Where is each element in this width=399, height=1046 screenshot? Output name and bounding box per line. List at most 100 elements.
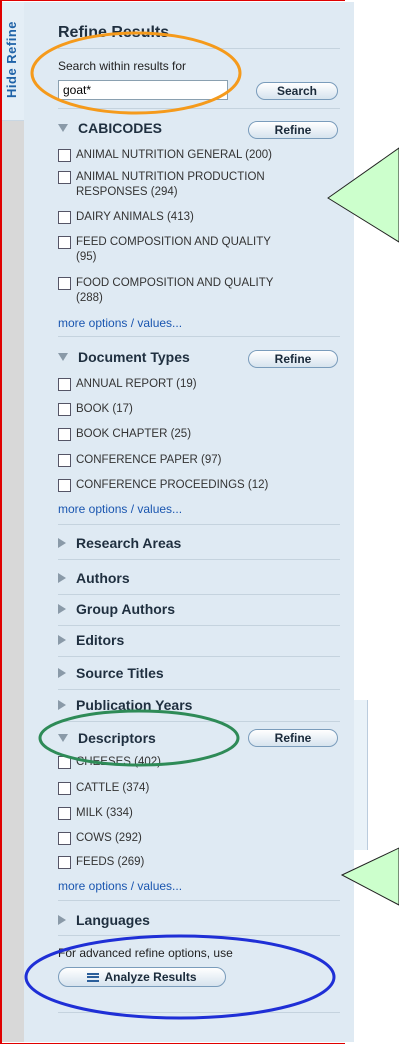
- group-authors-header[interactable]: Group Authors: [58, 601, 175, 617]
- divider: [58, 594, 340, 595]
- checkbox[interactable]: [58, 479, 71, 492]
- expanded-icon: [58, 734, 68, 742]
- cabicodes-option[interactable]: FEED COMPOSITION AND QUALITY (95): [58, 235, 271, 265]
- descriptors-label: Descriptors: [78, 730, 156, 746]
- section-label: Authors: [76, 570, 130, 586]
- descriptor-option[interactable]: CATTLE (374): [58, 781, 149, 796]
- section-label: Editors: [76, 632, 125, 648]
- checkbox[interactable]: [58, 277, 71, 290]
- divider: [58, 108, 340, 109]
- source-titles-header[interactable]: Source Titles: [58, 665, 164, 681]
- descriptor-option[interactable]: CHEESES (402): [58, 755, 161, 770]
- option-label: COWS (292): [76, 832, 142, 844]
- divider: [58, 524, 340, 525]
- document-type-option[interactable]: ANNUAL REPORT (19): [58, 377, 197, 392]
- checkbox[interactable]: [58, 832, 71, 845]
- option-label: ANIMAL NUTRITION GENERAL (200): [76, 149, 272, 161]
- languages-header[interactable]: Languages: [58, 912, 150, 928]
- checkbox[interactable]: [58, 378, 71, 391]
- document-type-option[interactable]: BOOK CHAPTER (25): [58, 427, 191, 442]
- collapsed-icon: [58, 573, 66, 583]
- descriptors-header[interactable]: Descriptors: [58, 730, 156, 746]
- refine-panel: Refine Results Search within results for…: [24, 2, 354, 1042]
- analyze-results-label: Analyze Results: [104, 970, 197, 984]
- document-types-more-link[interactable]: more options / values...: [58, 502, 182, 516]
- checkbox[interactable]: [58, 149, 71, 162]
- divider: [58, 935, 340, 936]
- checkbox[interactable]: [58, 782, 71, 795]
- cabicodes-more-link[interactable]: more options / values...: [58, 316, 182, 330]
- collapsed-icon: [58, 915, 66, 925]
- page-title: Refine Results: [58, 24, 170, 41]
- document-types-label: Document Types: [78, 349, 190, 365]
- option-label: (288): [76, 292, 103, 304]
- option-label: FOOD COMPOSITION AND QUALITY: [76, 277, 274, 289]
- checkbox[interactable]: [58, 236, 71, 249]
- descriptor-option[interactable]: FEEDS (269): [58, 855, 144, 870]
- cabicodes-option[interactable]: FOOD COMPOSITION AND QUALITY (288): [58, 276, 273, 306]
- checkbox[interactable]: [58, 807, 71, 820]
- document-type-option[interactable]: BOOK (17): [58, 402, 133, 417]
- option-label: RESPONSES (294): [76, 186, 178, 198]
- document-types-header[interactable]: Document Types: [58, 349, 190, 365]
- option-label: ANNUAL REPORT (19): [76, 378, 197, 390]
- document-type-option[interactable]: CONFERENCE PAPER (97): [58, 453, 221, 468]
- option-label: CATTLE (374): [76, 782, 150, 794]
- cabicodes-option[interactable]: DAIRY ANIMALS (413): [58, 210, 194, 225]
- cabicodes-option[interactable]: ANIMAL NUTRITION GENERAL (200): [58, 148, 272, 163]
- publication-years-header[interactable]: Publication Years: [58, 697, 192, 713]
- checkbox[interactable]: [58, 856, 71, 869]
- option-label: CHEESES (402): [76, 756, 162, 768]
- checkbox[interactable]: [58, 403, 71, 416]
- descriptors-more-link[interactable]: more options / values...: [58, 879, 182, 893]
- descriptor-option[interactable]: COWS (292): [58, 831, 142, 846]
- section-label: Source Titles: [76, 665, 164, 681]
- checkbox[interactable]: [58, 756, 71, 769]
- option-label: ANIMAL NUTRITION PRODUCTION: [76, 171, 265, 183]
- cabicodes-label: CABICODES: [78, 120, 163, 136]
- option-label: (95): [76, 251, 97, 263]
- editors-header[interactable]: Editors: [58, 632, 124, 648]
- section-label: Publication Years: [76, 697, 193, 713]
- divider: [58, 625, 340, 626]
- search-input[interactable]: [58, 80, 228, 100]
- hide-refine-bar[interactable]: Hide Refine: [2, 2, 24, 1042]
- checkbox[interactable]: [58, 211, 71, 224]
- section-label: Research Areas: [76, 535, 182, 551]
- descriptor-option[interactable]: MILK (334): [58, 806, 133, 821]
- divider: [58, 559, 340, 560]
- option-label: BOOK CHAPTER (25): [76, 428, 192, 440]
- collapsed-icon: [58, 604, 66, 614]
- cabicodes-refine-button[interactable]: Refine: [248, 121, 338, 139]
- checkbox[interactable]: [58, 428, 71, 441]
- divider: [58, 721, 340, 722]
- authors-header[interactable]: Authors: [58, 570, 130, 586]
- search-button[interactable]: Search: [256, 82, 338, 100]
- document-types-refine-button[interactable]: Refine: [248, 350, 338, 368]
- divider: [58, 48, 340, 49]
- document-type-option[interactable]: CONFERENCE PROCEEDINGS (12): [58, 478, 268, 493]
- collapsed-icon: [58, 538, 66, 548]
- collapsed-icon: [58, 635, 66, 645]
- divider: [58, 900, 340, 901]
- section-label: Languages: [76, 912, 150, 928]
- collapsed-icon: [58, 668, 66, 678]
- research-areas-header[interactable]: Research Areas: [58, 535, 181, 551]
- option-label: MILK (334): [76, 807, 133, 819]
- cabicodes-option[interactable]: ANIMAL NUTRITION PRODUCTION RESPONSES (29…: [58, 170, 265, 200]
- checkbox[interactable]: [58, 454, 71, 467]
- checkbox[interactable]: [58, 171, 71, 184]
- hide-refine-tab[interactable]: Hide Refine: [2, 2, 24, 121]
- cabicodes-header[interactable]: CABICODES: [58, 120, 162, 136]
- option-label: FEEDS (269): [76, 856, 145, 868]
- option-label: CONFERENCE PROCEEDINGS (12): [76, 479, 269, 491]
- divider: [58, 336, 340, 337]
- descriptors-refine-button[interactable]: Refine: [248, 729, 338, 747]
- collapsed-icon: [58, 700, 66, 710]
- hide-refine-label[interactable]: Hide Refine: [4, 4, 22, 114]
- section-label: Group Authors: [76, 601, 176, 617]
- option-label: DAIRY ANIMALS (413): [76, 211, 194, 223]
- option-label: FEED COMPOSITION AND QUALITY: [76, 236, 271, 248]
- divider: [58, 656, 340, 657]
- analyze-results-button[interactable]: Analyze Results: [58, 967, 226, 987]
